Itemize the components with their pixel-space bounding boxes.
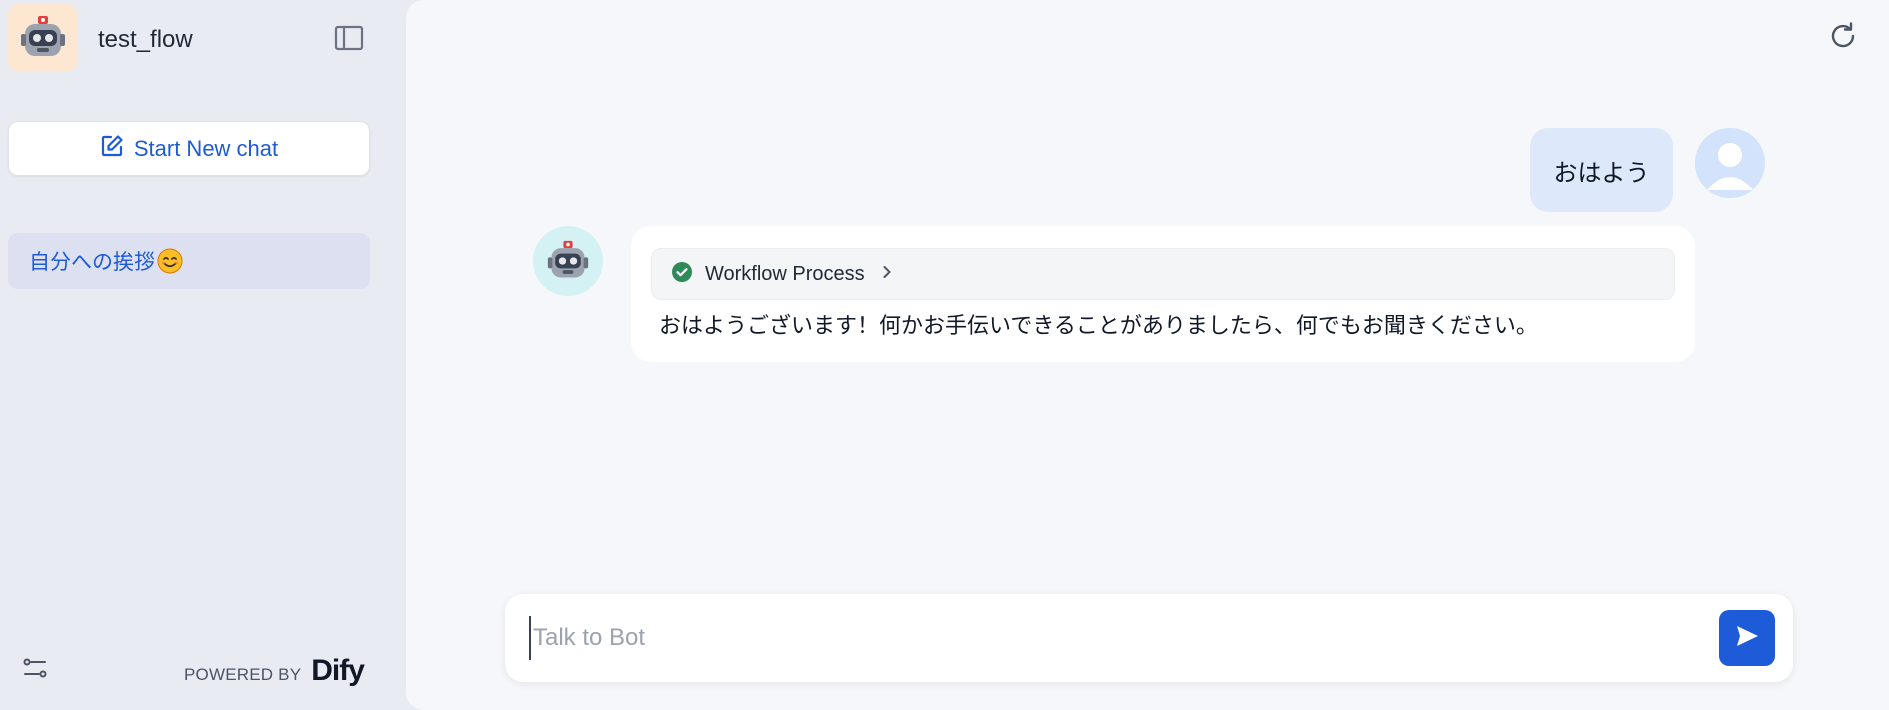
refresh-icon[interactable] — [1827, 20, 1859, 52]
sidebar-collapse-icon[interactable] — [334, 24, 364, 52]
chat-input[interactable] — [529, 616, 1679, 660]
send-icon — [1733, 622, 1761, 655]
smiling-face-icon — [157, 248, 183, 274]
workflow-process-toggle[interactable]: Workflow Process — [651, 248, 1675, 300]
settings-sliders-icon[interactable] — [22, 655, 48, 681]
start-new-chat-button[interactable]: Start New chat — [8, 121, 370, 176]
dify-logo: Dify — [311, 654, 365, 688]
start-new-chat-label: Start New chat — [133, 135, 279, 161]
bot-message: Workflow Process おはようございます！何かお手伝いできることがあ… — [631, 226, 1695, 362]
powered-by: POWERED BY Dify — [184, 654, 365, 688]
conversation-label: 自分への挨拶 — [29, 251, 155, 274]
workflow-label: Workflow Process — [705, 262, 865, 285]
sidebar: test_flow Start New chat 自分への挨拶 POWERED … — [0, 0, 406, 710]
conversation-item[interactable]: 自分への挨拶 — [8, 233, 370, 289]
user-message: おはよう — [1530, 128, 1673, 212]
bot-avatar-icon — [533, 226, 603, 296]
check-circle-icon — [671, 261, 693, 288]
powered-by-label: POWERED BY — [184, 665, 302, 684]
user-avatar-icon — [1695, 128, 1765, 198]
brand-name: Dify — [311, 654, 365, 687]
chevron-right-icon — [879, 264, 895, 285]
app-header: test_flow — [8, 4, 398, 72]
robot-icon — [8, 4, 77, 72]
chat-main: おはよう Workflow Process おはようございます！何かお手伝いでき… — [406, 0, 1889, 710]
edit-icon — [100, 134, 124, 164]
bot-message-text: おはようございます！何かお手伝いできることがありましたら、何でもお聞きください。 — [659, 313, 1538, 338]
chat-input-container — [505, 594, 1793, 682]
app-title: test_flow — [98, 26, 193, 53]
send-button[interactable] — [1719, 610, 1775, 666]
